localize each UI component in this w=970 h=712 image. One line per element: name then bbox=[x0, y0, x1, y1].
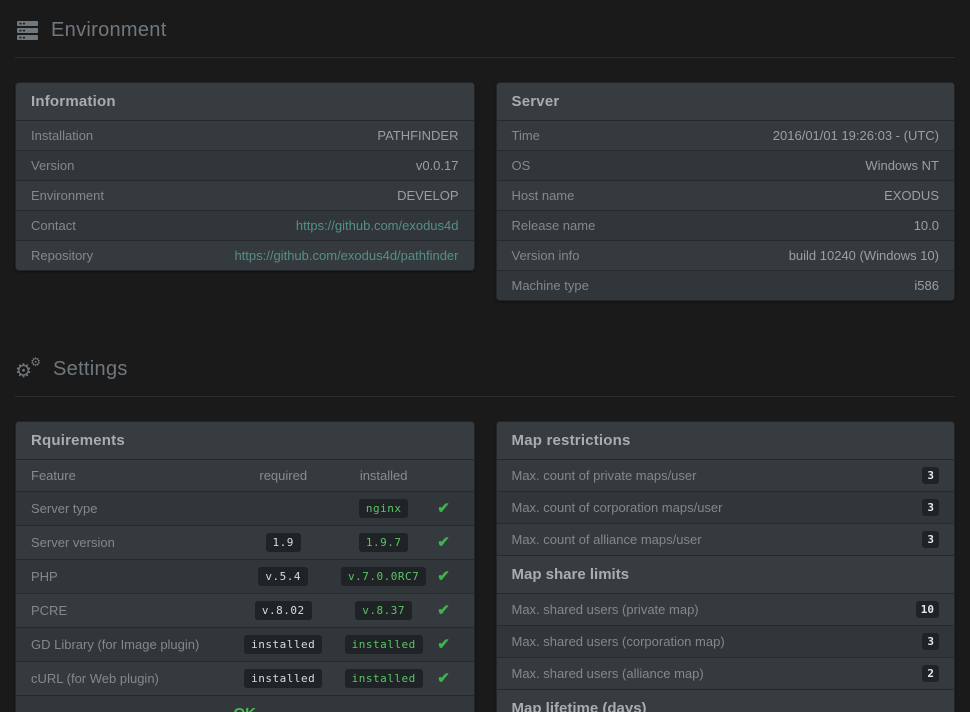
required-badge: v.8.02 bbox=[255, 601, 312, 620]
map-lifetime-title: Map lifetime (days) bbox=[497, 689, 955, 712]
requirement-row-php: PHP v.5.4 v.7.0.0RC7 ✔ bbox=[16, 559, 474, 593]
info-row-version: Version v0.0.17 bbox=[16, 150, 474, 180]
requirement-row-serverversion: Server version 1.9 1.9.7 ✔ bbox=[16, 525, 474, 559]
requirement-row-servertype: Server type nginx ✔ bbox=[16, 491, 474, 525]
installed-badge: 1.9.7 bbox=[359, 533, 409, 552]
environment-section-header: Environment bbox=[15, 16, 955, 44]
value-badge: 10 bbox=[916, 601, 939, 618]
requirements-ok-button[interactable]: OK bbox=[16, 695, 474, 712]
server-stack-icon bbox=[15, 21, 39, 40]
map-restrictions-title: Map restrictions bbox=[497, 422, 955, 460]
check-icon: ✔ bbox=[429, 637, 459, 652]
server-row-hostname: Host name EXODUS bbox=[497, 180, 955, 210]
column-installed: installed bbox=[339, 468, 429, 483]
info-row-installation: Installation PATHFINDER bbox=[16, 121, 474, 150]
setup-page: Environment Information Installation PAT… bbox=[0, 0, 970, 712]
repository-link[interactable]: https://github.com/exodus4d/pathfinder bbox=[234, 248, 458, 263]
installed-badge: nginx bbox=[359, 499, 409, 518]
contact-link[interactable]: https://github.com/exodus4d bbox=[296, 218, 459, 233]
value-badge: 3 bbox=[922, 499, 939, 516]
map-row-private-maps: Max. count of private maps/user 3 bbox=[497, 460, 955, 491]
column-required: required bbox=[228, 468, 339, 483]
information-panel-title: Information bbox=[16, 83, 474, 121]
installed-badge: v.8.37 bbox=[355, 601, 412, 620]
section-divider bbox=[15, 57, 955, 58]
server-row-machinetype: Machine type i586 bbox=[497, 270, 955, 300]
environment-panels: Information Installation PATHFINDER Vers… bbox=[15, 82, 955, 301]
map-share-limits-title: Map share limits bbox=[497, 555, 955, 594]
check-icon: ✔ bbox=[429, 569, 459, 584]
installed-badge: v.7.0.0RC7 bbox=[341, 567, 426, 586]
value-badge: 3 bbox=[922, 633, 939, 650]
server-panel: Server Time 2016/01/01 19:26:03 - (UTC) … bbox=[496, 82, 956, 301]
value-badge: 3 bbox=[922, 531, 939, 548]
server-row-os: OS Windows NT bbox=[497, 150, 955, 180]
required-badge: installed bbox=[244, 669, 322, 688]
requirement-row-gdlibrary: GD Library (for Image plugin) installed … bbox=[16, 627, 474, 661]
check-icon: ✔ bbox=[429, 603, 459, 618]
requirements-panel: Rquirements Feature required installed S… bbox=[15, 421, 475, 712]
gears-icon: ⚙ ⚙ bbox=[15, 357, 41, 381]
info-row-contact: Contact https://github.com/exodus4d bbox=[16, 210, 474, 240]
section-divider bbox=[15, 396, 955, 397]
environment-heading: Environment bbox=[51, 16, 167, 44]
settings-heading: Settings bbox=[53, 355, 128, 383]
value-badge: 3 bbox=[922, 467, 939, 484]
check-icon: ✔ bbox=[429, 671, 459, 686]
requirement-row-pcre: PCRE v.8.02 v.8.37 ✔ bbox=[16, 593, 474, 627]
installed-badge: installed bbox=[345, 669, 423, 688]
check-icon: ✔ bbox=[429, 535, 459, 550]
required-badge: installed bbox=[244, 635, 322, 654]
server-panel-title: Server bbox=[497, 83, 955, 121]
map-restrictions-panel: Map restrictions Max. count of private m… bbox=[496, 421, 956, 712]
required-badge: 1.9 bbox=[266, 533, 301, 552]
installed-badge: installed bbox=[345, 635, 423, 654]
value-badge: 2 bbox=[922, 665, 939, 682]
info-row-environment: Environment DEVELOP bbox=[16, 180, 474, 210]
required-badge: v.5.4 bbox=[258, 567, 308, 586]
settings-panels: Rquirements Feature required installed S… bbox=[15, 421, 955, 712]
map-row-alliance-maps: Max. count of alliance maps/user 3 bbox=[497, 523, 955, 555]
column-feature: Feature bbox=[31, 468, 228, 483]
requirements-panel-title: Rquirements bbox=[16, 422, 474, 460]
settings-section-header: ⚙ ⚙ Settings bbox=[15, 355, 955, 383]
information-panel: Information Installation PATHFINDER Vers… bbox=[15, 82, 475, 271]
map-row-shared-alliance: Max. shared users (alliance map) 2 bbox=[497, 657, 955, 689]
map-row-corporation-maps: Max. count of corporation maps/user 3 bbox=[497, 491, 955, 523]
map-row-shared-private: Max. shared users (private map) 10 bbox=[497, 594, 955, 625]
requirement-row-curl: cURL (for Web plugin) installed installe… bbox=[16, 661, 474, 695]
server-row-versioninfo: Version info build 10240 (Windows 10) bbox=[497, 240, 955, 270]
check-icon: ✔ bbox=[429, 501, 459, 516]
info-row-repository: Repository https://github.com/exodus4d/p… bbox=[16, 240, 474, 270]
map-row-shared-corporation: Max. shared users (corporation map) 3 bbox=[497, 625, 955, 657]
requirements-header-row: Feature required installed bbox=[16, 460, 474, 491]
server-row-time: Time 2016/01/01 19:26:03 - (UTC) bbox=[497, 121, 955, 150]
server-row-release: Release name 10.0 bbox=[497, 210, 955, 240]
